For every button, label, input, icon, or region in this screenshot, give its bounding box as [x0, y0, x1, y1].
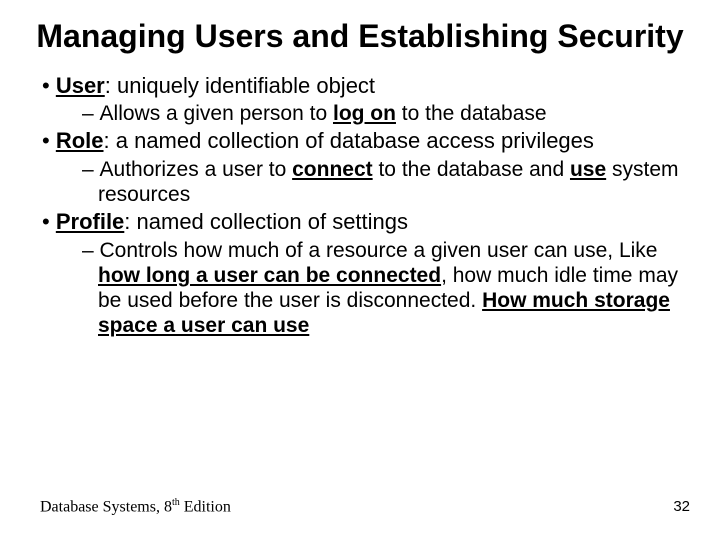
- emph-logon: log on: [333, 102, 396, 125]
- sub-user: – Allows a given person to log on to the…: [30, 101, 690, 126]
- term-role: Role: [56, 128, 104, 153]
- text: Database Systems, 8: [40, 498, 172, 515]
- footer-source: Database Systems, 8th Edition: [40, 497, 231, 516]
- text: Edition: [180, 498, 231, 515]
- text: to the database and: [373, 158, 570, 181]
- sub-profile: – Controls how much of a resource a give…: [30, 238, 690, 339]
- bullet-user: • User: uniquely identifiable object: [30, 73, 690, 99]
- sub-role: – Authorizes a user to connect to the da…: [30, 157, 690, 207]
- text: Allows a given person to: [100, 102, 333, 125]
- bullet-profile: • Profile: named collection of settings: [30, 209, 690, 235]
- emph-connected-duration: how long a user can be connected: [98, 264, 441, 287]
- slide-title: Managing Users and Establishing Security: [30, 18, 690, 55]
- text: : named collection of settings: [124, 209, 408, 234]
- ordinal-suffix: th: [172, 497, 180, 508]
- text: : a named collection of database access …: [104, 128, 594, 153]
- emph-connect: connect: [292, 158, 373, 181]
- text: : uniquely identifiable object: [105, 73, 375, 98]
- bullet-role: • Role: a named collection of database a…: [30, 128, 690, 154]
- emph-use: use: [570, 158, 606, 181]
- text: to the database: [396, 102, 547, 125]
- slide-body: • User: uniquely identifiable object – A…: [30, 73, 690, 338]
- text: Controls how much of a resource a given …: [100, 239, 658, 262]
- footer: Database Systems, 8th Edition 32: [0, 497, 720, 516]
- term-user: User: [56, 73, 105, 98]
- text: Authorizes a user to: [100, 158, 293, 181]
- term-profile: Profile: [56, 209, 124, 234]
- page-number: 32: [673, 498, 690, 515]
